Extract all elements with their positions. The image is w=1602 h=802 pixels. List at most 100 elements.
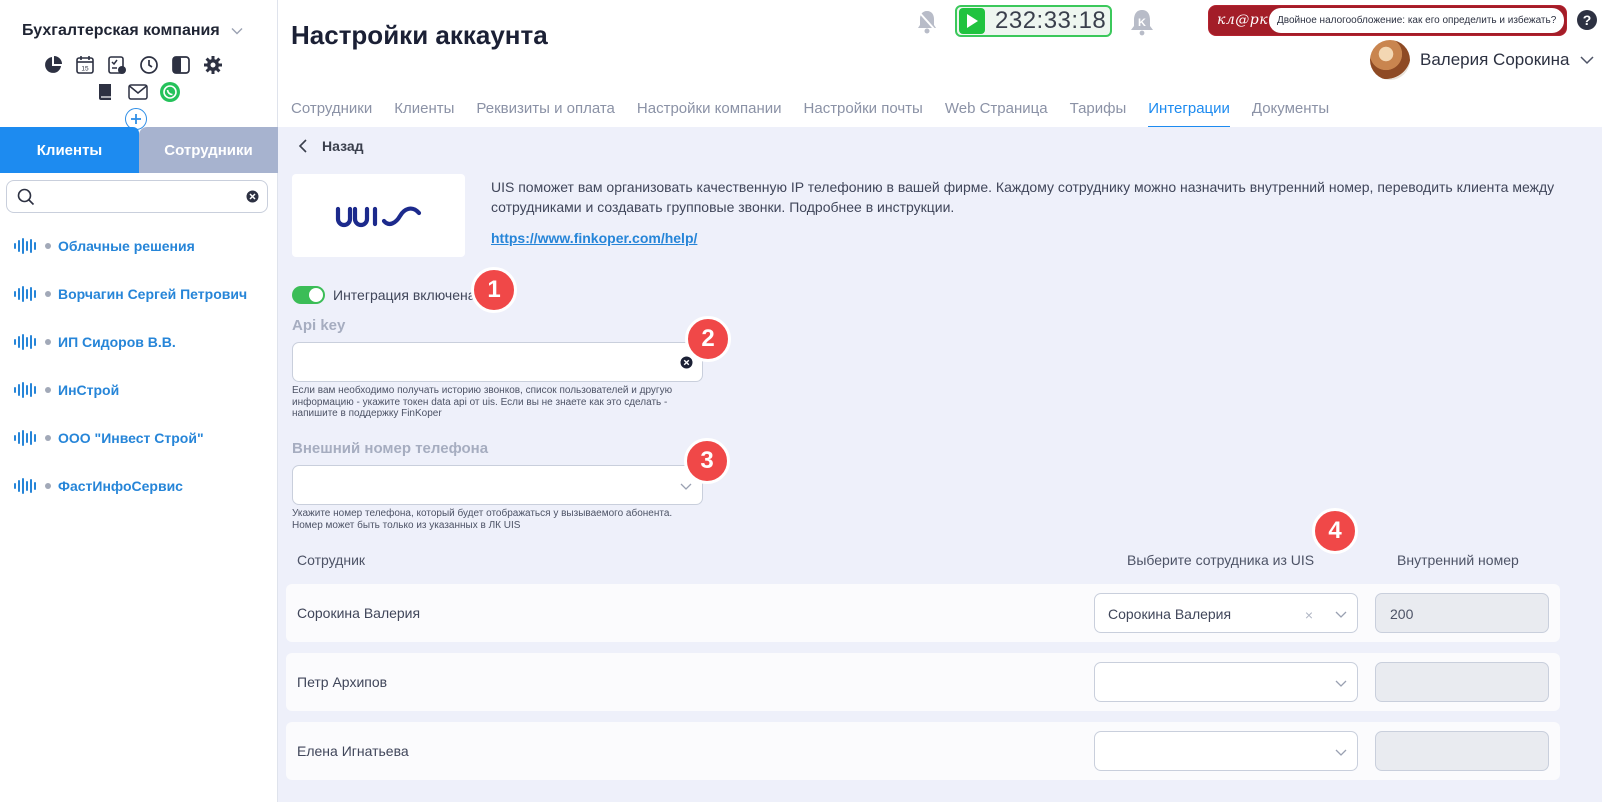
tab-6[interactable]: Тарифы bbox=[1070, 100, 1127, 128]
tab-4[interactable]: Настройки почты bbox=[804, 100, 923, 128]
api-key-input[interactable] bbox=[292, 342, 703, 382]
uis-employee-select[interactable] bbox=[1094, 662, 1358, 702]
tab-7[interactable]: Интеграции bbox=[1148, 100, 1230, 128]
company-name: Бухгалтерская компания bbox=[22, 22, 220, 39]
audio-wave-icon bbox=[14, 430, 36, 446]
layout-icon[interactable] bbox=[170, 54, 192, 76]
client-item[interactable]: ООО "Инвест Строй" bbox=[0, 414, 278, 462]
back-button[interactable]: Назад bbox=[298, 138, 364, 154]
back-label: Назад bbox=[322, 138, 364, 154]
help-link[interactable]: https://www.finkoper.com/help/ bbox=[491, 230, 697, 246]
chevron-down-icon bbox=[231, 28, 243, 35]
chevron-down-icon bbox=[680, 483, 692, 490]
col-extension: Внутренний номер bbox=[1397, 552, 1519, 568]
audio-wave-icon bbox=[14, 286, 36, 302]
table-row: Петр Архипов bbox=[286, 653, 1560, 711]
employee-name: Елена Игнатьева bbox=[297, 743, 409, 759]
client-item[interactable]: Ворчагин Сергей Петрович bbox=[0, 270, 278, 318]
client-name: Облачные решения bbox=[58, 238, 195, 254]
employee-name: Сорокина Валерия bbox=[297, 605, 421, 621]
table-row: Сорокина Валерия Сорокина Валерия × 200 bbox=[286, 584, 1560, 642]
news-text: Двойное налогообложение: как его определ… bbox=[1269, 8, 1564, 33]
client-item[interactable]: Облачные решения bbox=[0, 222, 278, 270]
uis-employee-value: Сорокина Валерия bbox=[1108, 606, 1232, 622]
timer-value: 232:33:18 bbox=[995, 7, 1107, 34]
callout-badge-4: 4 bbox=[1312, 508, 1358, 554]
toolbar-row-2 bbox=[95, 81, 181, 103]
uis-employee-select[interactable] bbox=[1094, 731, 1358, 771]
clock-icon[interactable] bbox=[138, 54, 160, 76]
status-dot bbox=[45, 435, 51, 441]
company-switcher[interactable]: Бухгалтерская компания bbox=[22, 22, 244, 40]
news-banner[interactable]: кл@рк Двойное налогообложение: как его о… bbox=[1208, 5, 1567, 36]
help-icon[interactable]: ? bbox=[1577, 10, 1597, 30]
status-dot bbox=[45, 291, 51, 297]
tab-8[interactable]: Документы bbox=[1252, 100, 1329, 128]
svg-text:15: 15 bbox=[81, 66, 89, 73]
status-dot bbox=[45, 339, 51, 345]
tab-0[interactable]: Сотрудники bbox=[291, 100, 372, 128]
search-field bbox=[6, 180, 268, 213]
status-dot bbox=[45, 483, 51, 489]
tab-employees[interactable]: Сотрудники bbox=[139, 127, 278, 173]
gear-icon[interactable] bbox=[202, 54, 224, 76]
tab-clients[interactable]: Клиенты bbox=[0, 127, 139, 173]
bell-off-icon[interactable] bbox=[915, 8, 939, 36]
tab-5[interactable]: Web Страница bbox=[945, 100, 1048, 128]
callout-badge-2: 2 bbox=[685, 316, 731, 362]
phone-select[interactable] bbox=[292, 465, 703, 505]
avatar bbox=[1370, 40, 1410, 80]
chevron-down-icon bbox=[1580, 56, 1594, 65]
chevron-down-icon bbox=[1335, 749, 1347, 756]
phone-hint: Укажите номер телефона, который будет от… bbox=[292, 508, 673, 531]
extension-input[interactable]: 200 bbox=[1375, 593, 1549, 633]
chevron-left-icon bbox=[298, 139, 307, 153]
employee-name: Петр Архипов bbox=[297, 674, 388, 690]
uis-logo bbox=[292, 174, 465, 257]
client-item[interactable]: ФастИнфоСервис bbox=[0, 462, 278, 510]
uis-employee-select[interactable]: Сорокина Валерия × bbox=[1094, 593, 1358, 633]
status-dot bbox=[45, 387, 51, 393]
time-tracker[interactable]: 232:33:18 bbox=[955, 5, 1112, 37]
clear-icon[interactable]: × bbox=[1305, 607, 1313, 623]
extension-input[interactable] bbox=[1375, 662, 1549, 702]
client-list: Облачные решения Ворчагин Сергей Петрович… bbox=[0, 222, 278, 510]
extension-input[interactable] bbox=[1375, 731, 1549, 771]
svg-text:K: K bbox=[1138, 17, 1146, 29]
tab-2[interactable]: Реквизиты и оплата bbox=[476, 100, 615, 128]
client-item[interactable]: ИП Сидоров В.В. bbox=[0, 318, 278, 366]
mail-icon[interactable] bbox=[127, 81, 149, 103]
user-name: Валерия Сорокина bbox=[1420, 50, 1570, 69]
callout-badge-1: 1 bbox=[471, 267, 517, 313]
play-icon[interactable] bbox=[959, 8, 985, 34]
tab-1[interactable]: Клиенты bbox=[394, 100, 454, 128]
klerk-logo: кл@рк bbox=[1217, 12, 1269, 28]
sidebar-tabs: Клиенты Сотрудники bbox=[0, 127, 278, 173]
user-menu[interactable]: Валерия Сорокина bbox=[1370, 40, 1595, 80]
whatsapp-icon[interactable] bbox=[159, 81, 181, 103]
calendar-icon[interactable]: 15 bbox=[74, 54, 96, 76]
search-input[interactable] bbox=[41, 186, 231, 208]
k-bell-icon[interactable]: K bbox=[1128, 8, 1156, 36]
callout-badge-3: 3 bbox=[684, 438, 730, 484]
table-row: Елена Игнатьева bbox=[286, 722, 1560, 780]
api-key-label: Api key bbox=[292, 317, 346, 334]
tasks-icon[interactable] bbox=[106, 54, 128, 76]
api-key-hint: Если вам необходимо получать историю зво… bbox=[292, 385, 673, 419]
clear-icon[interactable] bbox=[246, 190, 259, 203]
col-uis-employee: Выберите сотрудника из UIS bbox=[1127, 552, 1315, 568]
phone-label: Внешний номер телефона bbox=[292, 440, 489, 457]
integration-toggle-label: Интеграция включена bbox=[333, 287, 476, 303]
client-name: Ворчагин Сергей Петрович bbox=[58, 286, 248, 302]
col-employee: Сотрудник bbox=[297, 552, 366, 568]
chevron-down-icon bbox=[1335, 611, 1347, 618]
tab-3[interactable]: Настройки компании bbox=[637, 100, 782, 128]
client-name: ИнСтрой bbox=[58, 382, 120, 398]
book-icon[interactable] bbox=[95, 81, 117, 103]
client-item[interactable]: ИнСтрой bbox=[0, 366, 278, 414]
clear-icon[interactable] bbox=[680, 356, 693, 369]
client-name: ФастИнфоСервис bbox=[58, 478, 183, 494]
pie-chart-icon[interactable] bbox=[42, 54, 64, 76]
integration-toggle[interactable] bbox=[292, 286, 325, 304]
chevron-down-icon bbox=[1335, 680, 1347, 687]
